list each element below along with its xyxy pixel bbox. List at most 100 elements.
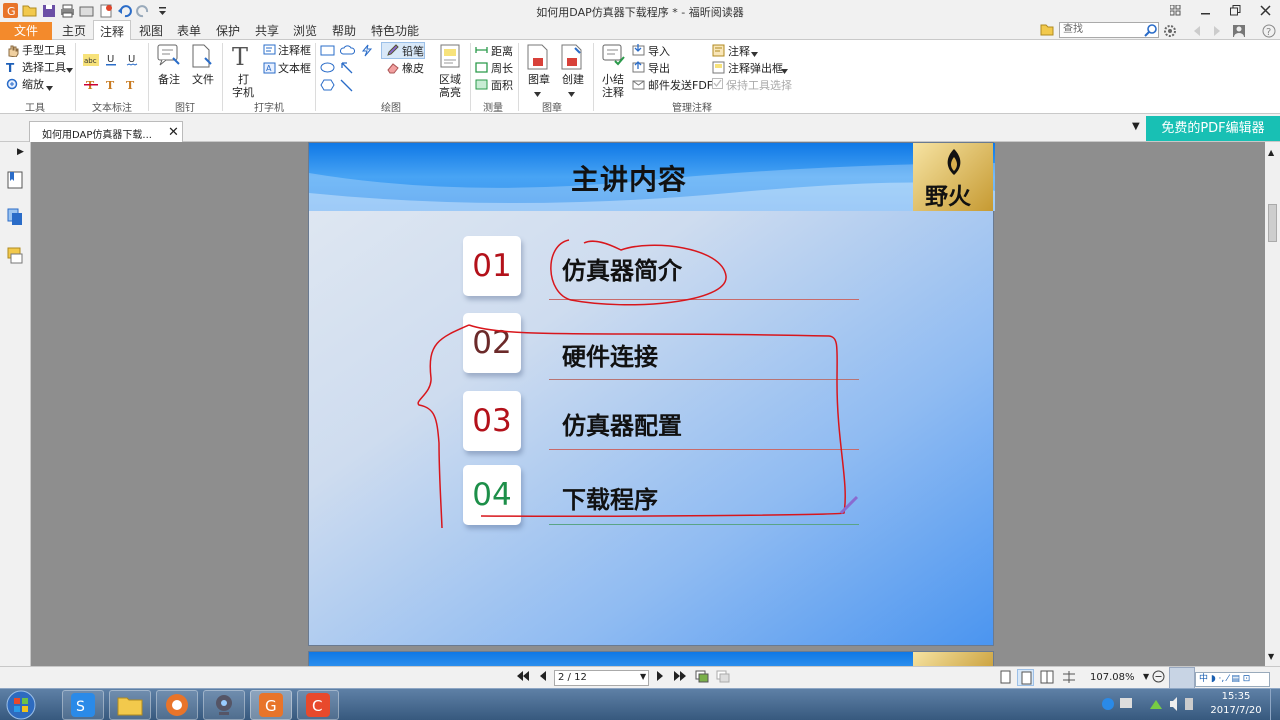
import-button[interactable]: 导入 (648, 45, 670, 58)
tab-list-dropdown-icon[interactable]: ▼ (1132, 121, 1140, 132)
stamp-dropdown-icon[interactable] (534, 88, 541, 101)
settings-icon[interactable] (1163, 24, 1177, 41)
select-tool-icon[interactable]: T (6, 61, 19, 77)
document-viewer[interactable]: 主讲内容 野火 01 仿真器简介 02 硬件连接 03 仿真器配置 04 下载程… (31, 142, 1265, 666)
single-page-icon[interactable] (1000, 670, 1011, 687)
note-icon[interactable] (157, 44, 181, 71)
help-icon[interactable]: ? (1262, 24, 1276, 41)
area-button[interactable]: 面积 (491, 79, 513, 92)
stamp-icon[interactable] (526, 44, 550, 73)
pencil-button[interactable]: 铅笔 (402, 45, 424, 58)
user-icon[interactable] (1232, 24, 1246, 41)
taskbar-app-webcam[interactable] (203, 690, 245, 720)
area-highlight-button-line2[interactable]: 高亮 (439, 86, 461, 99)
import-icon[interactable] (632, 44, 645, 60)
polygon-icon[interactable] (320, 79, 335, 94)
file-menu-button[interactable]: 文件 (0, 22, 52, 40)
zoom-level[interactable]: 107.08% (1090, 672, 1135, 683)
perimeter-button[interactable]: 周长 (491, 62, 513, 75)
callout-button[interactable]: 注释框 (278, 44, 311, 57)
zoom-out-icon[interactable] (1152, 670, 1165, 686)
free-pdf-editor-banner[interactable]: 免费的PDF编辑器 (1146, 116, 1280, 141)
show-desktop-button[interactable] (1270, 689, 1280, 720)
search-icon[interactable] (1144, 23, 1158, 40)
pencil-icon[interactable] (386, 44, 399, 60)
replace-text-icon[interactable]: T (104, 78, 118, 95)
popup-note-button[interactable]: 注释弹出框 (728, 62, 783, 75)
page-number-input[interactable]: 2 / 12 (554, 670, 649, 686)
scrollbar-thumb[interactable] (1268, 204, 1277, 242)
stamp-button[interactable]: 图章 (528, 73, 550, 86)
typewriter-button-line1[interactable]: 打 (238, 73, 249, 86)
taskbar-app-sogou[interactable]: S (62, 690, 104, 720)
comments-panel-icon[interactable] (7, 247, 23, 268)
taskbar-app-foxit[interactable]: G (250, 690, 292, 720)
eraser-icon[interactable] (386, 61, 399, 77)
taskbar-app-explorer[interactable] (109, 690, 151, 720)
continuous-page-icon[interactable] (1017, 669, 1034, 686)
insert-text-icon[interactable]: T (124, 78, 138, 95)
hand-tool-icon[interactable] (6, 44, 19, 60)
typewriter-icon[interactable]: T (230, 43, 254, 71)
textbox-icon[interactable]: A (263, 62, 276, 78)
line-icon[interactable] (340, 79, 353, 95)
scroll-down-icon[interactable]: ▼ (1268, 652, 1274, 661)
callout-icon[interactable] (263, 44, 276, 60)
folder-icon[interactable] (1040, 23, 1054, 39)
create-stamp-icon[interactable] (560, 44, 584, 73)
note-button[interactable]: 备注 (158, 73, 180, 86)
restore-icon[interactable] (1220, 0, 1250, 20)
select-tool-button[interactable]: 选择工具 (22, 61, 66, 74)
file-attach-icon[interactable] (190, 44, 214, 71)
cloud-icon[interactable] (339, 44, 356, 60)
highlight-text-icon[interactable]: abc (83, 54, 99, 69)
summarize-icon[interactable] (602, 44, 626, 71)
tab-close-icon[interactable]: ✕ (168, 125, 179, 140)
arrow-icon[interactable] (340, 61, 353, 77)
layout-icon[interactable] (1160, 0, 1190, 20)
comments-button[interactable]: 注释 (728, 45, 750, 58)
tab-view[interactable]: 视图 (139, 22, 163, 40)
start-button-icon[interactable] (6, 690, 36, 720)
underline-icon[interactable]: U (105, 52, 117, 69)
strikeout-icon[interactable]: T (84, 78, 98, 95)
distance-button[interactable]: 距离 (491, 45, 513, 58)
file-attach-button[interactable]: 文件 (192, 73, 214, 86)
scroll-up-icon[interactable]: ▲ (1268, 148, 1274, 157)
document-tab[interactable]: 如何用DAP仿真器下载... ✕ (29, 121, 183, 143)
create-stamp-button[interactable]: 创建 (562, 73, 584, 86)
ime-toolbar[interactable]: 中 ◗ ·, ⁄ ▤ ⊡ (1195, 672, 1270, 687)
tab-form[interactable]: 表单 (177, 22, 201, 40)
taskbar-app-camtasia[interactable]: C (297, 690, 339, 720)
previous-page-icon[interactable] (538, 670, 547, 685)
facing-pages-icon[interactable] (1040, 670, 1054, 687)
email-fdf-icon[interactable] (632, 78, 645, 94)
vertical-scrollbar[interactable]: ▲ ▼ (1265, 142, 1280, 666)
system-clock[interactable]: 15:35 2017/7/20 (1206, 690, 1266, 718)
tab-comment[interactable]: 注释 (93, 20, 132, 41)
keep-tool-checkbox[interactable] (712, 78, 723, 92)
bookmark-panel-icon[interactable] (7, 171, 23, 192)
typewriter-button-line2[interactable]: 字机 (232, 86, 254, 99)
tab-features[interactable]: 特色功能 (371, 22, 419, 40)
tab-browse[interactable]: 浏览 (293, 22, 317, 40)
area-icon[interactable] (475, 78, 488, 94)
email-fdf-button[interactable]: 邮件发送FDF (648, 79, 713, 92)
previous-view-icon[interactable] (695, 670, 709, 686)
zoom-tool-button[interactable]: 缩放 (22, 78, 44, 91)
export-icon[interactable] (632, 61, 645, 77)
popup-note-icon[interactable] (712, 61, 725, 77)
popup-dropdown-icon[interactable] (781, 65, 788, 78)
tab-protect[interactable]: 保护 (216, 22, 240, 40)
distance-icon[interactable] (475, 44, 488, 60)
ellipse-icon[interactable] (320, 62, 335, 76)
summarize-button-line1[interactable]: 小结 (602, 73, 624, 86)
tab-home[interactable]: 主页 (62, 22, 86, 40)
continuous-facing-icon[interactable] (1062, 670, 1076, 687)
taskbar-app-browser[interactable] (156, 690, 198, 720)
zoom-dropdown-icon[interactable]: ▼ (1143, 672, 1149, 681)
squiggly-icon[interactable]: U (126, 52, 138, 69)
first-page-icon[interactable] (516, 670, 530, 685)
summarize-button-line2[interactable]: 注释 (602, 86, 624, 99)
rectangle-icon[interactable] (320, 45, 335, 59)
